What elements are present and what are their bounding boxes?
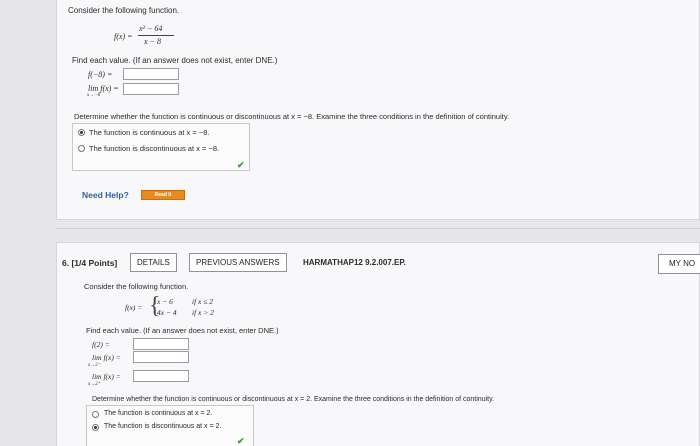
piecewise-lhs: f(x) =: [125, 303, 143, 312]
f-value-input[interactable]: [123, 68, 179, 80]
left-limit-input[interactable]: [133, 351, 189, 363]
details-button[interactable]: DETAILS: [130, 253, 177, 272]
problem-6-code: HARMATHAP12 9.2.007.EP.: [303, 258, 406, 267]
need-help-label: Need Help?: [82, 190, 129, 200]
item-left-limit-label: lim f(x) =: [92, 353, 121, 362]
item-left-limit-sublabel: x→2⁻: [88, 363, 101, 368]
limit-input[interactable]: [123, 83, 179, 95]
piece-1-cond: if x ≤ 2: [192, 297, 213, 306]
function-numerator: x² − 64: [139, 24, 163, 33]
problem-5-intro: Consider the following function.: [68, 6, 180, 15]
read-it-label: Read It: [154, 192, 172, 198]
option-discontinuous-label[interactable]: The function is discontinuous at x = −8.: [89, 144, 219, 153]
option-continuous-6-label[interactable]: The function is continuous at x = 2.: [104, 410, 212, 417]
item-right-limit-label: lim f(x) =: [92, 372, 121, 381]
correct-check-icon-6: ✔: [237, 436, 245, 446]
piece-2-expr: 4x − 4: [157, 308, 177, 317]
problem-6-intro: Consider the following function.: [84, 282, 189, 291]
problem-6-instructions: Find each value. (If an answer does not …: [86, 326, 279, 335]
radio-discontinuous[interactable]: [78, 145, 85, 152]
radio-discontinuous-6[interactable]: [92, 424, 99, 431]
item-f2-label: f(2) =: [92, 340, 110, 349]
previous-answers-button[interactable]: PREVIOUS ANSWERS: [189, 253, 287, 272]
radio-continuous[interactable]: [78, 129, 85, 136]
read-it-button[interactable]: Read It: [141, 190, 185, 200]
option-discontinuous-6-label[interactable]: The function is discontinuous at x = 2.: [104, 423, 221, 430]
problem-6-header: 6. [1/4 Points]: [62, 258, 118, 268]
problem-6-question: Determine whether the function is contin…: [92, 396, 495, 403]
item-limit-label: lim f(x) =: [88, 84, 119, 93]
function-lhs: f(x) =: [114, 32, 133, 41]
problem-5-card: [56, 0, 700, 220]
item-right-limit-sublabel: x→2⁺: [88, 382, 101, 387]
f2-input[interactable]: [133, 338, 189, 350]
radio-continuous-6[interactable]: [92, 411, 99, 418]
piece-2-cond: if x > 2: [192, 308, 214, 317]
function-denominator: x − 8: [144, 37, 161, 46]
problem-5-instructions: Find each value. (If an answer does not …: [72, 56, 278, 65]
piece-1-expr: x − 6: [157, 297, 173, 306]
correct-check-icon: ✔: [237, 160, 245, 170]
fraction-bar: [138, 35, 174, 36]
problem-divider: [56, 228, 700, 229]
problem-5-question: Determine whether the function is contin…: [74, 112, 510, 121]
item-limit-sublabel: x→−8: [87, 93, 101, 98]
option-continuous-label[interactable]: The function is continuous at x = −8.: [89, 128, 210, 137]
right-limit-input[interactable]: [133, 370, 189, 382]
item-f-value-label: f(−8) =: [88, 70, 113, 79]
my-notes-button[interactable]: MY NO: [658, 254, 700, 274]
